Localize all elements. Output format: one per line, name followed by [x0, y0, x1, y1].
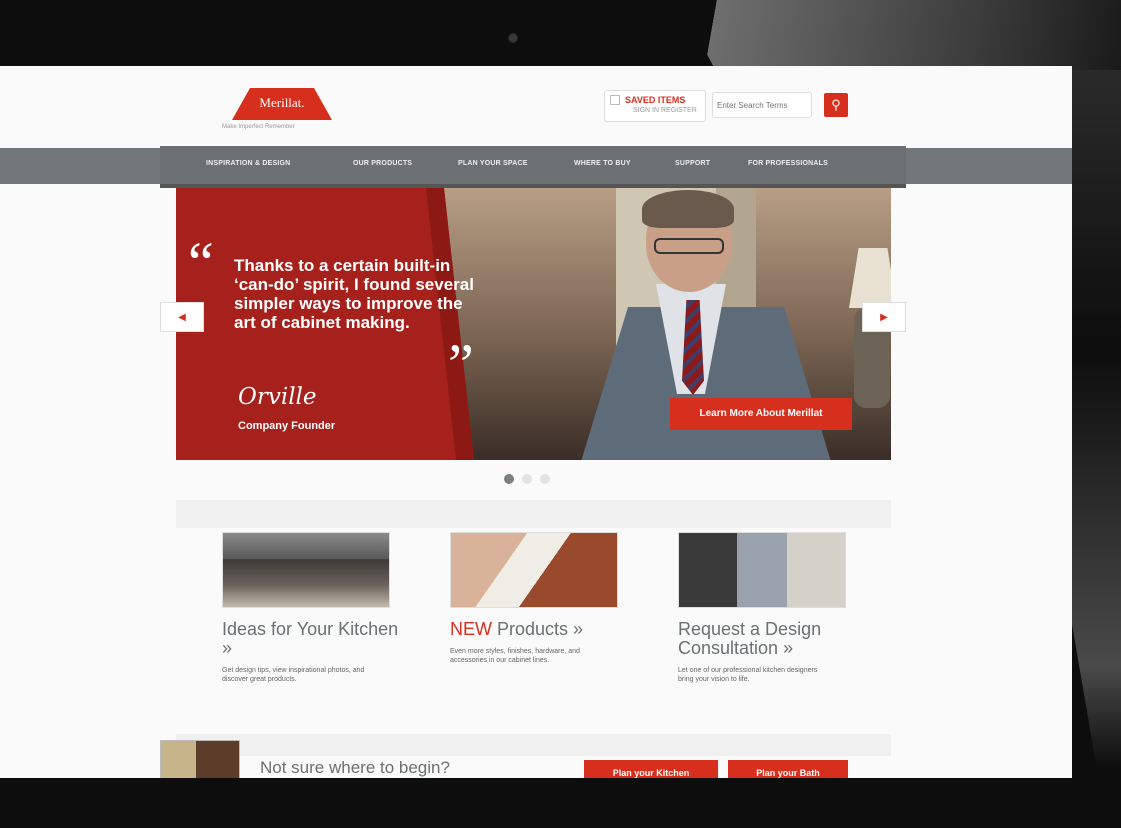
logo-text: Merillat.: [259, 95, 305, 110]
feature-description: Get design tips, view inspirational phot…: [222, 667, 365, 683]
bottom-divider: [176, 734, 891, 756]
browser-screen: Merillat. Make Imperfect Remember SAVED …: [0, 66, 1072, 778]
laptop-bezel-bottom: [0, 778, 1121, 828]
hero-quote: Thanks to a certain built-in ‘can-do’ sp…: [234, 256, 474, 332]
carousel-dot-1[interactable]: [504, 474, 514, 484]
carousel-dot-2[interactable]: [522, 474, 532, 484]
search-input[interactable]: [712, 92, 812, 118]
search-button[interactable]: ⚲: [824, 93, 848, 117]
carousel-prev-button[interactable]: ◀: [160, 302, 204, 332]
feature-title[interactable]: NEW Products »: [450, 620, 640, 639]
chevron-left-icon: ◀: [178, 312, 186, 323]
new-badge: NEW: [450, 619, 492, 639]
feature-design-consultation[interactable]: Request a Design Consultation » Let one …: [678, 532, 868, 684]
founder-glasses: [654, 238, 724, 254]
carousel-dot-3[interactable]: [540, 474, 550, 484]
feature-title-text: Products »: [497, 619, 584, 639]
close-quote-mark: ”: [448, 332, 474, 397]
bezel-glare: [678, 0, 1121, 70]
nav-for-professionals[interactable]: FOR PROFESSIONALS: [748, 160, 828, 167]
saved-items-title[interactable]: SAVED ITEMS: [625, 95, 685, 105]
features-divider: [176, 500, 891, 528]
sign-in-register-links[interactable]: SIGN IN REGISTER: [633, 107, 697, 114]
begin-question: Not sure where to begin?: [260, 758, 450, 777]
kitchen-photo[interactable]: [222, 532, 390, 608]
consultation-photo[interactable]: [678, 532, 846, 608]
chevron-right-icon: ▶: [880, 312, 888, 323]
open-quote-mark: “: [188, 230, 214, 295]
main-nav: INSPIRATION & DESIGN OUR PRODUCTS PLAN Y…: [160, 146, 906, 188]
carousel-next-button[interactable]: ▶: [862, 302, 906, 332]
merillat-logo[interactable]: Merillat. Make Imperfect Remember: [222, 88, 352, 138]
feature-title[interactable]: Ideas for Your Kitchen »: [222, 620, 412, 658]
feature-description: Even more styles, finishes, hardware, an…: [450, 648, 580, 664]
saved-items-icon: [610, 95, 620, 105]
founder-hair: [642, 190, 734, 228]
carousel-dots: [502, 474, 562, 486]
webcam: [508, 33, 518, 43]
nav-where-to-buy[interactable]: WHERE TO BUY: [574, 160, 631, 167]
learn-more-button[interactable]: Learn More About Merillat: [670, 398, 852, 430]
feature-description: Let one of our professional kitchen desi…: [678, 667, 818, 683]
nav-support[interactable]: SUPPORT: [675, 160, 710, 167]
founder-signature: Orville: [238, 384, 317, 410]
saved-items-box[interactable]: SAVED ITEMS SIGN IN REGISTER: [604, 90, 706, 122]
cabinet-samples-image: [160, 740, 240, 778]
feature-title[interactable]: Request a Design Consultation »: [678, 620, 868, 658]
nav-our-products[interactable]: OUR PRODUCTS: [353, 160, 412, 167]
search-icon: ⚲: [831, 97, 841, 112]
feature-ideas[interactable]: Ideas for Your Kitchen » Get design tips…: [222, 532, 412, 684]
nav-inspiration-design[interactable]: INSPIRATION & DESIGN: [206, 160, 290, 167]
plan-kitchen-button[interactable]: Plan your Kitchen: [584, 760, 718, 778]
founder-role: Company Founder: [238, 420, 336, 432]
feature-new-products[interactable]: NEW Products » Even more styles, finishe…: [450, 532, 640, 665]
wood-samples-photo[interactable]: [450, 532, 618, 608]
plan-bath-button[interactable]: Plan your Bath: [728, 760, 848, 778]
logo-tagline: Make Imperfect Remember: [222, 124, 295, 130]
nav-plan-your-space[interactable]: PLAN YOUR SPACE: [458, 160, 528, 167]
hero-carousel: “ Thanks to a certain built-in ‘can-do’ …: [176, 188, 891, 460]
